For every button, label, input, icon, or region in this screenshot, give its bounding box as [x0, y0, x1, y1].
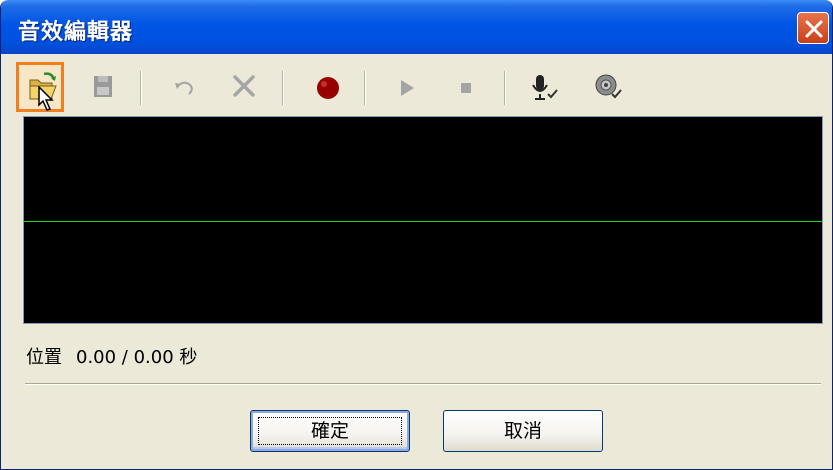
- mouse-cursor-icon: [38, 86, 54, 111]
- waveform-baseline: [24, 221, 822, 222]
- cancel-button-label: 取消: [503, 420, 542, 442]
- divider: [25, 383, 821, 385]
- microphone-button[interactable]: [522, 64, 566, 110]
- undo-button[interactable]: [162, 64, 206, 110]
- microphone-icon: [532, 75, 558, 100]
- save-button[interactable]: [80, 64, 124, 110]
- position-label: 位置: [26, 347, 62, 368]
- record-button[interactable]: [304, 64, 348, 110]
- toolbar-separator: [282, 71, 284, 105]
- title-bar[interactable]: 音效編輯器: [1, 0, 832, 54]
- close-icon: [805, 20, 823, 38]
- toolbar-separator: [140, 71, 142, 105]
- play-button[interactable]: [384, 64, 428, 110]
- toolbar-separator: [364, 71, 366, 105]
- delete-button[interactable]: [222, 64, 266, 110]
- toolbar-separator: [504, 71, 506, 105]
- window-title: 音效編輯器: [18, 20, 134, 45]
- waveform-display[interactable]: [23, 116, 823, 324]
- close-button[interactable]: [797, 12, 829, 44]
- record-icon: [317, 77, 339, 99]
- stop-button[interactable]: [442, 64, 486, 110]
- focus-rectangle: [258, 417, 402, 445]
- save-icon: [94, 76, 112, 97]
- delete-x-icon: [233, 75, 255, 97]
- toolbar: [16, 62, 822, 114]
- undo-icon: [175, 81, 193, 95]
- ok-button[interactable]: 確定: [250, 410, 410, 452]
- cancel-button[interactable]: 取消: [443, 410, 603, 452]
- position-value: 0.00 / 0.00 秒: [76, 347, 198, 368]
- stop-icon: [461, 83, 471, 93]
- speaker-icon: [595, 74, 622, 99]
- speaker-settings-button[interactable]: [584, 64, 628, 110]
- position-readout: 位置 0.00 / 0.00 秒: [26, 343, 197, 369]
- sound-editor-dialog: 音效編輯器 位置 0.00 / 0.00 秒 確定 取消: [0, 0, 833, 470]
- play-icon: [401, 80, 414, 96]
